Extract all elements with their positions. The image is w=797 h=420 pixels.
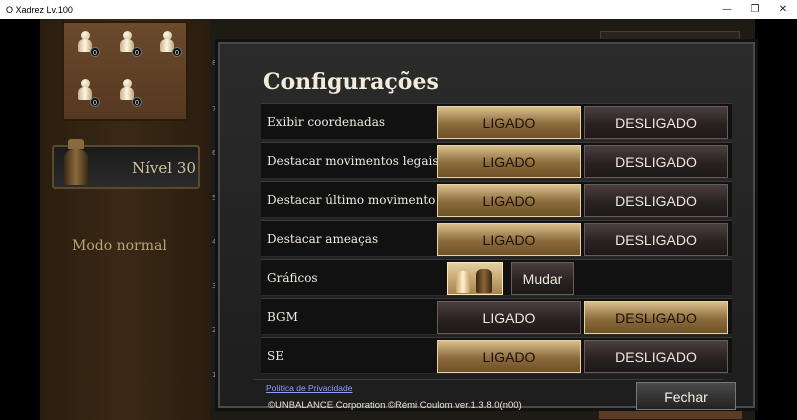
on-button[interactable]: LIGADO: [437, 184, 581, 217]
on-button[interactable]: LIGADO: [437, 145, 581, 178]
rank-label: 8: [212, 59, 217, 67]
rank-label: 4: [212, 238, 217, 246]
off-button[interactable]: DESLIGADO: [584, 223, 728, 256]
off-button[interactable]: DESLIGADO: [584, 184, 728, 217]
king-avatar-icon: [62, 139, 90, 189]
captured-count: 0: [90, 47, 100, 57]
maximize-button[interactable]: ❐: [741, 0, 769, 19]
rank-label: 1: [212, 371, 217, 379]
captured-count: 0: [132, 97, 142, 107]
minimize-button[interactable]: —: [713, 0, 741, 19]
window-title: O Xadrez Lv.100: [6, 4, 73, 15]
rank-label: 3: [212, 282, 217, 290]
on-button[interactable]: LIGADO: [437, 223, 581, 256]
rank-label: 2: [212, 326, 217, 334]
close-button[interactable]: Fechar: [636, 382, 736, 410]
off-button[interactable]: DESLIGADO: [584, 106, 728, 139]
setting-row-coordinates: Exibir coordenadas LIGADO DESLIGADO: [261, 103, 732, 140]
rank-label: 7: [212, 105, 217, 113]
captured-count: 0: [172, 47, 182, 57]
close-window-button[interactable]: ✕: [769, 0, 797, 19]
off-button[interactable]: DESLIGADO: [584, 340, 728, 373]
settings-dialog: Configurações Exibir coordenadas LIGADO …: [218, 42, 755, 411]
captured-count: 0: [90, 97, 100, 107]
captured-pieces-tray: 0 0 0 0 0: [62, 21, 188, 121]
title-bar: O Xadrez Lv.100 — ❐ ✕: [0, 0, 797, 19]
level-label: Nível 30: [132, 159, 196, 177]
level-panel: Nível 30: [52, 139, 200, 189]
rank-label: 6: [212, 149, 217, 157]
dialog-title: Configurações: [263, 69, 439, 95]
setting-label: SE: [267, 349, 284, 363]
off-button[interactable]: DESLIGADO: [584, 301, 728, 334]
privacy-policy-link[interactable]: Política de Privacidade: [266, 383, 352, 393]
app-window: O Xadrez Lv.100 — ❐ ✕ 0 0 0 0 0 Nível 30…: [0, 0, 797, 420]
mode-label: Modo normal: [72, 238, 167, 254]
setting-row-threats: Destacar ameaças LIGADO DESLIGADO: [261, 220, 732, 257]
on-button[interactable]: LIGADO: [437, 106, 581, 139]
setting-row-graphics: Gráficos Mudar: [261, 259, 732, 296]
setting-row-bgm: BGM LIGADO DESLIGADO: [261, 298, 732, 335]
setting-label: BGM: [267, 310, 298, 324]
setting-label: Destacar ameaças: [267, 232, 379, 246]
on-button[interactable]: LIGADO: [437, 301, 581, 334]
setting-label: Exibir coordenadas: [267, 115, 386, 129]
captured-count: 0: [132, 47, 142, 57]
change-graphics-button[interactable]: Mudar: [511, 262, 574, 295]
setting-row-legal-moves: Destacar movimentos legais LIGADO DESLIG…: [261, 142, 732, 179]
right-margin: [755, 19, 797, 420]
game-area: 0 0 0 0 0 Nível 30 Modo normal 8 7 6 5 4…: [0, 19, 797, 420]
setting-row-last-move: Destacar último movimento LIGADO DESLIGA…: [261, 181, 732, 218]
footer-divider: [253, 379, 723, 380]
setting-label: Gráficos: [267, 271, 318, 285]
setting-label: Destacar último movimento: [267, 193, 436, 207]
setting-row-se: SE LIGADO DESLIGADO: [261, 337, 732, 374]
off-button[interactable]: DESLIGADO: [584, 145, 728, 178]
setting-label: Destacar movimentos legais: [267, 154, 439, 168]
graphics-preview-thumbnail: [447, 262, 503, 295]
on-button[interactable]: LIGADO: [437, 340, 581, 373]
rank-label: 5: [212, 194, 217, 202]
copyright-text: ©UNBALANCE Corporation ©Rémi Coulom ver.…: [268, 400, 522, 411]
